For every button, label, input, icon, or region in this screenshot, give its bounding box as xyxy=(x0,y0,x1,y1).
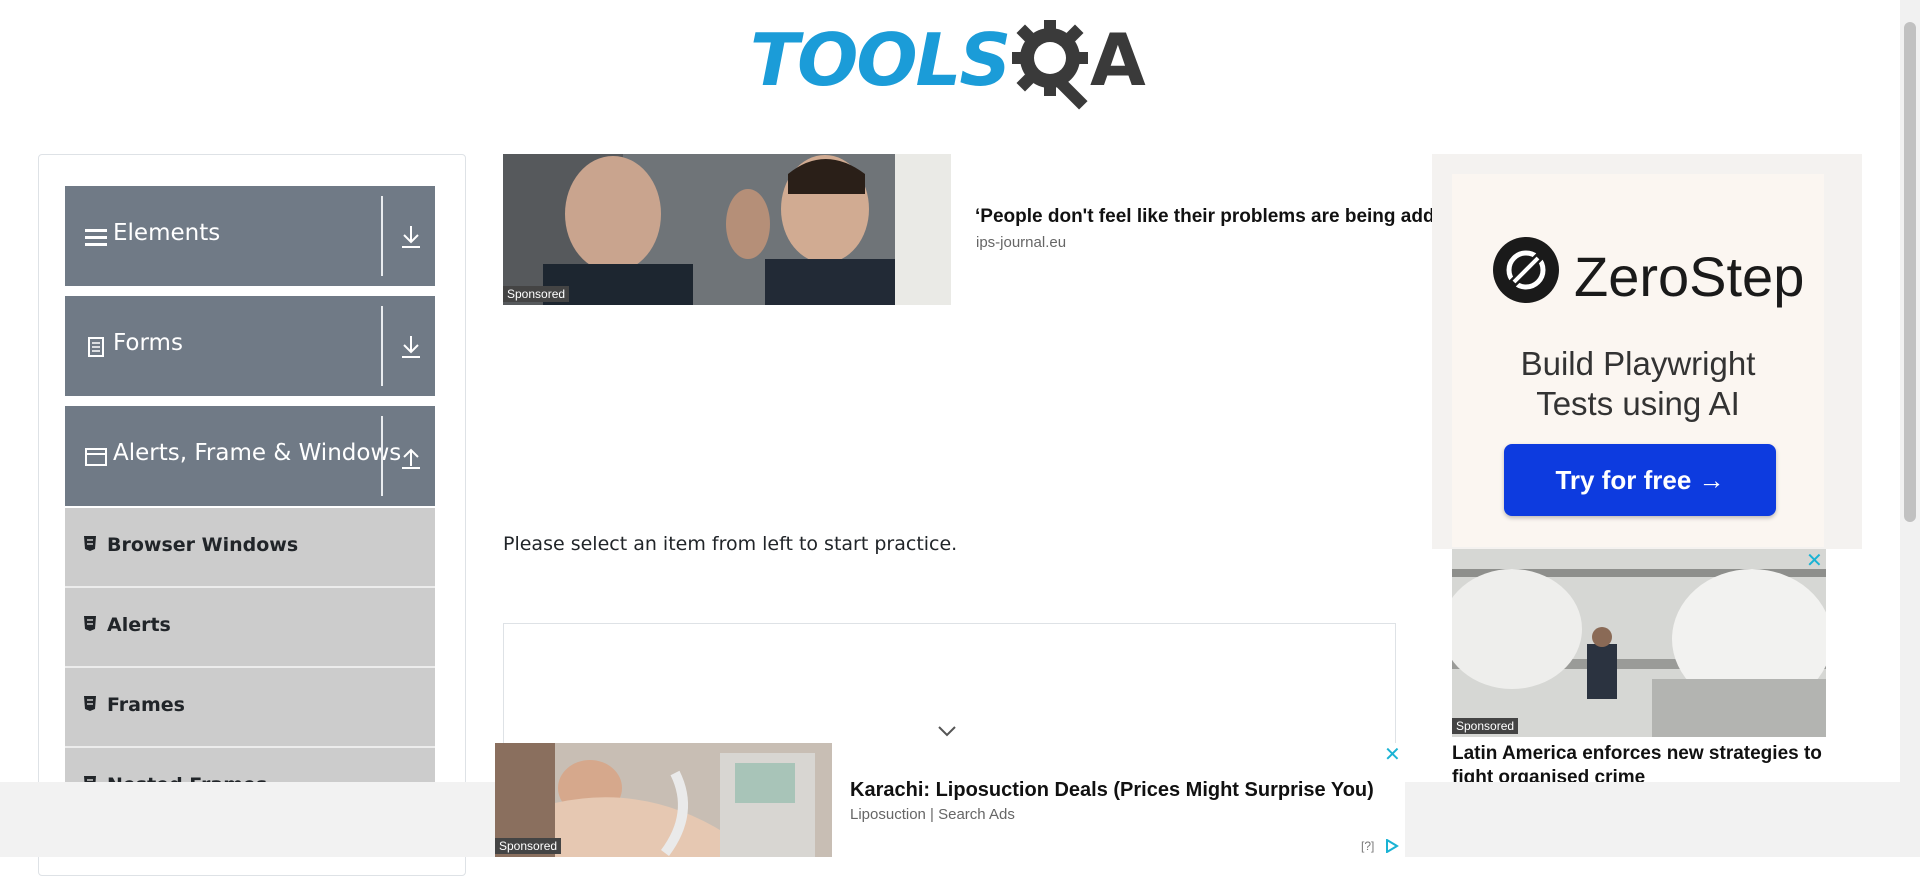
sponsored-label: Sponsored xyxy=(503,286,570,302)
zerostep-brand: ZeroStep xyxy=(1574,245,1805,308)
bottom-ad-title-link[interactable]: Karachi: Liposuction Deals (Prices Might… xyxy=(850,779,1374,802)
accordion-elements[interactable]: Elements xyxy=(65,186,435,286)
hamburger-icon xyxy=(85,229,107,246)
news-ad-image[interactable]: Sponsored xyxy=(1452,549,1826,737)
sponsored-label: Sponsored xyxy=(495,838,562,854)
zerostep-ad[interactable]: ZeroStep Build Playwright Tests using AI… xyxy=(1432,154,1862,549)
logo-suffix: A xyxy=(1090,18,1146,102)
bottom-ad-source: Liposuction | Search Ads xyxy=(850,806,1015,823)
ad-help-link[interactable]: [?] xyxy=(1361,839,1374,853)
html5-icon xyxy=(84,696,96,711)
adchoices-icon[interactable] xyxy=(1385,839,1399,853)
zerostep-logo-icon xyxy=(1493,237,1559,303)
close-ad-icon[interactable]: ✕ xyxy=(1384,742,1401,766)
download-arrow-icon xyxy=(402,226,420,248)
close-ad-icon[interactable]: ✕ xyxy=(1806,548,1823,572)
bottom-ad-image[interactable]: Sponsored xyxy=(495,743,832,857)
ad-source: ips-journal.eu xyxy=(976,234,1067,251)
divider xyxy=(381,196,383,276)
ad-title-link[interactable]: ‘People don't feel like their problems a… xyxy=(975,206,1435,228)
html5-icon xyxy=(84,536,96,551)
menu-item-label: Alerts xyxy=(107,614,171,636)
divider xyxy=(381,306,383,386)
gear-magnifier-icon xyxy=(1012,20,1088,110)
page-scrollbar[interactable] xyxy=(1900,0,1920,857)
accordion-forms[interactable]: Forms xyxy=(65,296,435,396)
accordion-forms-label: Forms xyxy=(113,330,183,356)
headline-line-2: Tests using AI xyxy=(1536,385,1740,422)
zerostep-headline: Build Playwright Tests using AI xyxy=(1452,344,1824,424)
menu-item-frames[interactable]: Frames xyxy=(65,668,435,748)
menu-item-alerts[interactable]: Alerts xyxy=(65,588,435,668)
chevron-down-icon[interactable] xyxy=(937,725,957,737)
accordion-alerts-frame-windows[interactable]: Alerts, Frame & Windows xyxy=(65,406,435,506)
document-icon xyxy=(88,337,104,357)
practice-instructions: Please select an item from left to start… xyxy=(503,533,958,555)
try-for-free-button[interactable]: Try for free → xyxy=(1504,444,1776,516)
headline-line-1: Build Playwright xyxy=(1520,345,1756,382)
window-icon xyxy=(85,448,107,466)
ad-image[interactable]: Sponsored xyxy=(503,154,951,305)
sponsored-label: Sponsored xyxy=(1452,718,1519,734)
menu-item-label: Frames xyxy=(107,694,185,716)
menu-item-label: Browser Windows xyxy=(107,534,299,556)
accordion-alerts-label: Alerts, Frame & Windows xyxy=(113,440,402,466)
scrollbar-thumb[interactable] xyxy=(1904,22,1916,522)
ad-photo xyxy=(503,154,951,305)
upload-arrow-icon xyxy=(402,448,420,469)
news-photo xyxy=(1452,549,1826,737)
menu-item-browser-windows[interactable]: Browser Windows xyxy=(65,508,435,588)
bottom-ad[interactable]: Sponsored Karachi: Liposuction Deals (Pr… xyxy=(495,743,1405,857)
accordion-elements-label: Elements xyxy=(113,220,221,246)
divider xyxy=(381,416,383,496)
download-arrow-icon xyxy=(402,336,420,358)
toolsqa-logo[interactable]: TOOLS A xyxy=(750,16,1156,116)
logo-text: TOOLS xyxy=(750,18,1011,102)
html5-icon xyxy=(84,616,96,631)
zerostep-ad-card: ZeroStep Build Playwright Tests using AI… xyxy=(1452,174,1824,547)
